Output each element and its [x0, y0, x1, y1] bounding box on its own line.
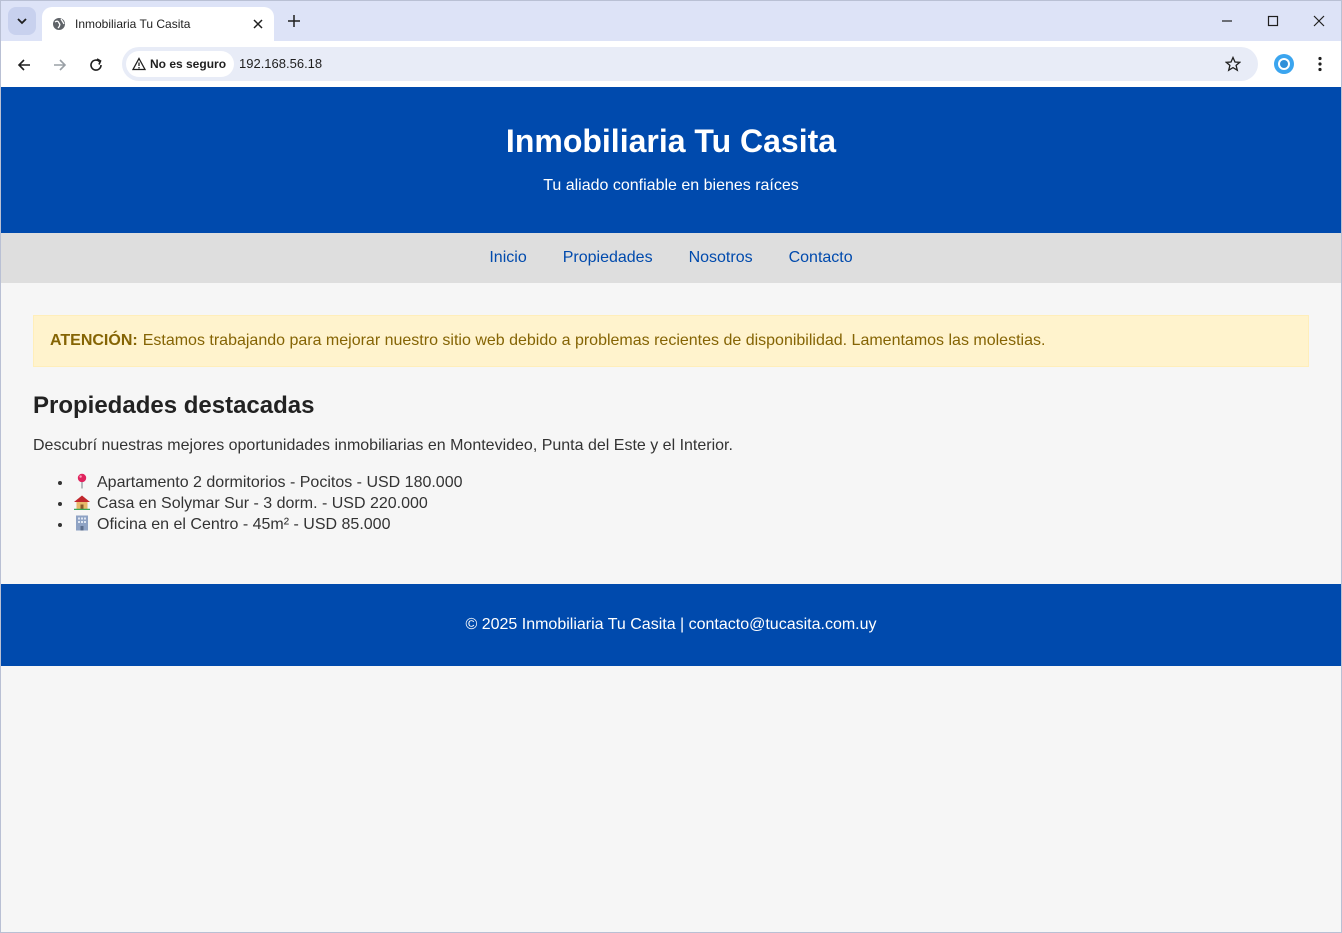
property-text: Oficina en el Centro - 45m² - USD 85.000	[97, 516, 391, 533]
site-nav: Inicio Propiedades Nosotros Contacto	[1, 233, 1341, 283]
main-content: ATENCIÓN: Estamos trabajando para mejora…	[1, 283, 1341, 535]
featured-title: Propiedades destacadas	[33, 392, 315, 419]
browser-tab-active[interactable]: Inmobiliaria Tu Casita	[42, 7, 274, 41]
security-label: No es seguro	[150, 57, 227, 71]
window-border	[0, 87, 1, 933]
alert-label: ATENCIÓN:	[50, 332, 138, 349]
pin-icon	[77, 473, 87, 489]
browser-menu-button[interactable]	[1307, 51, 1333, 77]
reload-icon	[90, 58, 102, 71]
page-viewport: Inmobiliaria Tu Casita Tu aliado confiab…	[1, 87, 1341, 932]
property-text: Casa en Solymar Sur - 3 dorm. - USD 220.…	[97, 495, 428, 512]
back-button[interactable]	[10, 51, 38, 79]
maintenance-alert: ATENCIÓN: Estamos trabajando para mejora…	[33, 315, 1309, 367]
maximize-button[interactable]	[1261, 9, 1285, 33]
url-text[interactable]: 192.168.56.18	[239, 56, 322, 71]
nav-link-inicio[interactable]: Inicio	[489, 249, 526, 267]
extension-button[interactable]	[1271, 51, 1297, 77]
office-building-icon	[76, 515, 88, 531]
list-item: Casa en Solymar Sur - 3 dorm. - USD 220.…	[73, 493, 1309, 514]
list-item: Oficina en el Centro - 45m² - USD 85.000	[73, 514, 1309, 535]
globe-icon	[51, 16, 67, 32]
security-chip[interactable]: No es seguro	[126, 51, 235, 77]
tab-title: Inmobiliaria Tu Casita	[75, 17, 191, 31]
browser-chrome: Inmobiliaria Tu Casita No es seguro 192.…	[0, 0, 1342, 88]
nav-link-propiedades[interactable]: Propiedades	[563, 249, 653, 267]
tab-search-button[interactable]	[8, 7, 36, 35]
arrow-right-icon	[54, 59, 67, 71]
list-item: Apartamento 2 dormitorios - Pocitos - US…	[73, 472, 1309, 493]
site-header: Inmobiliaria Tu Casita Tu aliado confiab…	[1, 87, 1341, 233]
chevron-down-icon	[17, 18, 27, 25]
close-window-button[interactable]	[1307, 9, 1331, 33]
new-tab-button[interactable]	[282, 9, 306, 33]
site-footer: © 2025 Inmobiliaria Tu Casita | contacto…	[1, 584, 1341, 666]
site-title: Inmobiliaria Tu Casita	[505, 123, 837, 159]
property-list: Apartamento 2 dormitorios - Pocitos - US…	[33, 472, 1309, 535]
nav-link-nosotros[interactable]: Nosotros	[689, 249, 753, 267]
close-icon	[1313, 15, 1325, 27]
house-icon	[74, 495, 90, 510]
more-vertical-icon	[1318, 56, 1322, 72]
alert-message: Estamos trabajando para mejorar nuestro …	[142, 332, 1046, 349]
maximize-icon	[1267, 15, 1279, 27]
minimize-icon	[1222, 20, 1232, 22]
plus-icon	[288, 15, 300, 27]
tab-strip: Inmobiliaria Tu Casita	[1, 1, 1341, 41]
arrow-left-icon	[17, 59, 30, 71]
extension-icon	[1274, 54, 1294, 74]
property-text: Apartamento 2 dormitorios - Pocitos - US…	[97, 474, 463, 491]
bookmark-star-icon[interactable]	[1222, 53, 1244, 75]
browser-toolbar: No es seguro 192.168.56.18	[1, 41, 1341, 88]
forward-button[interactable]	[46, 51, 74, 79]
site-subtitle: Tu aliado confiable en bienes raíces	[543, 177, 799, 194]
close-tab-icon[interactable]	[248, 14, 268, 34]
address-bar[interactable]: No es seguro 192.168.56.18	[122, 47, 1258, 81]
reload-button[interactable]	[82, 51, 110, 79]
nav-link-contacto[interactable]: Contacto	[789, 249, 853, 267]
minimize-button[interactable]	[1215, 9, 1239, 33]
footer-text: © 2025 Inmobiliaria Tu Casita | contacto…	[465, 616, 877, 633]
featured-intro: Descubrí nuestras mejores oportunidades …	[33, 437, 733, 454]
warning-icon	[132, 57, 146, 71]
